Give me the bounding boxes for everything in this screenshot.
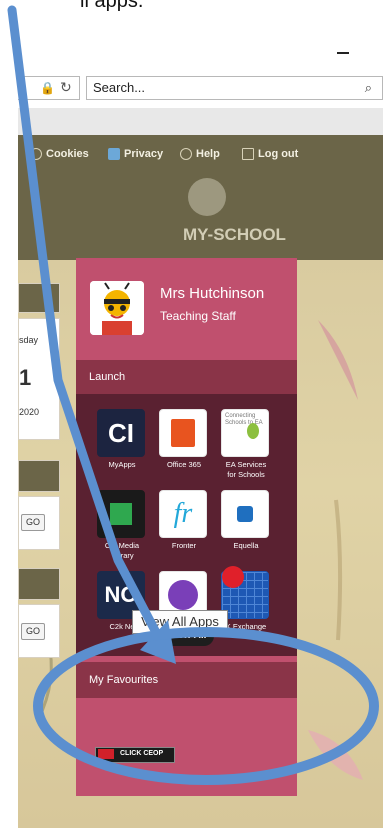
annotation-overlay	[7, 5, 379, 785]
annotation-ellipse	[33, 627, 379, 785]
annotation-arrow	[7, 5, 176, 664]
